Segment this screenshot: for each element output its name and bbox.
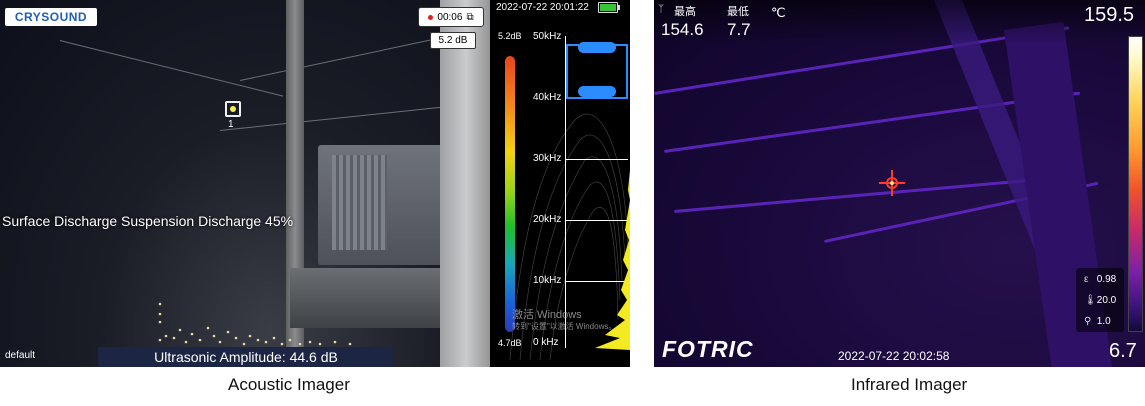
sound-source-number: 1 — [228, 119, 234, 130]
infrared-imager-view: ᛉ 最高 最低 154.6 7.7 ℃ 159.5 6.7 ε 0.98 🌡 2… — [654, 0, 1145, 367]
emissivity-param[interactable]: ε 0.98 — [1084, 274, 1116, 285]
acoustic-datetime: 2022-07-22 20:01:22 — [496, 2, 589, 13]
ambient-temp-value: 20.0 — [1096, 295, 1117, 306]
freq-tick-label: 0 kHz — [533, 337, 559, 348]
min-temp-label: 最低 — [727, 6, 749, 18]
temp-unit: ℃ — [771, 5, 786, 20]
scale-max-value: 159.5 — [1084, 4, 1135, 26]
freq-tick-label: 30kHz — [533, 153, 562, 164]
band-lower-handle[interactable] — [578, 86, 616, 97]
acoustic-colorbar — [505, 56, 515, 332]
thermometer-icon: 🌡 — [1084, 295, 1097, 306]
freq-tick-label: 40kHz — [533, 92, 562, 103]
transformer — [318, 145, 456, 265]
amplitude-readout: Ultrasonic Amplitude: 44.6 dB — [98, 347, 394, 367]
distance-pin-icon: ⚲ — [1084, 316, 1092, 327]
activation-watermark-sub: 转到"设置"以激活 Windows。 — [512, 322, 617, 331]
infrared-datetime: 2022-07-22 20:02:58 — [838, 349, 950, 363]
band-upper-handle[interactable] — [578, 42, 616, 53]
recording-indicator[interactable]: 00:06 ⧉ — [418, 7, 484, 27]
distance-value: 1.0 — [1096, 316, 1111, 327]
amplitude-dots — [158, 302, 352, 346]
signal-icon: ᛉ — [658, 4, 664, 15]
emissivity-icon: ε — [1084, 274, 1089, 285]
freq-tick-label: 10kHz — [533, 275, 562, 286]
infrared-caption: Infrared Imager — [851, 375, 968, 394]
record-time: 00:06 — [437, 11, 463, 23]
diagnosis-text: Surface Discharge Suspension Discharge 4… — [2, 213, 294, 229]
freq-tick-label: 50kHz — [533, 31, 562, 42]
crysound-logo: CRYSOUND — [5, 8, 97, 26]
record-dot-icon — [428, 14, 434, 20]
level-box: 5.2 dB — [430, 32, 476, 49]
colorbar-min-label: 4.7dB — [498, 338, 522, 348]
acoustic-caption: Acoustic Imager — [228, 375, 350, 394]
acoustic-camera-scene — [0, 0, 492, 367]
scale-min-value: 6.7 — [1109, 340, 1137, 362]
min-temp-value: 7.7 — [727, 20, 751, 39]
colorbar-max-label: 5.2dB — [498, 31, 522, 41]
battery-icon — [598, 2, 620, 13]
sound-source-marker[interactable] — [225, 101, 241, 117]
distance-param[interactable]: ⚲ 1.0 — [1084, 316, 1111, 327]
profile-label: default — [5, 350, 36, 361]
freq-tick-label: 20kHz — [533, 214, 562, 225]
ambient-temp-param[interactable]: 🌡 20.0 — [1084, 295, 1116, 306]
max-temp-value: 154.6 — [661, 20, 704, 39]
max-temp-label: 最高 — [674, 6, 696, 18]
hotspot-marker[interactable] — [879, 170, 905, 196]
emissivity-value: 0.98 — [1096, 274, 1117, 285]
camera-icon: ⧉ — [466, 11, 474, 23]
thermal-colorbar — [1128, 36, 1143, 332]
acoustic-imager-view: CRYSOUND 1 00:06 ⧉ 5.2 dB Surface Discha… — [0, 0, 630, 367]
fotric-logo: FOTRIC — [662, 336, 754, 362]
activation-watermark: 激活 Windows — [512, 309, 582, 321]
power-line — [59, 40, 284, 97]
utility-pole — [440, 0, 492, 367]
freq-gridline — [566, 159, 628, 160]
